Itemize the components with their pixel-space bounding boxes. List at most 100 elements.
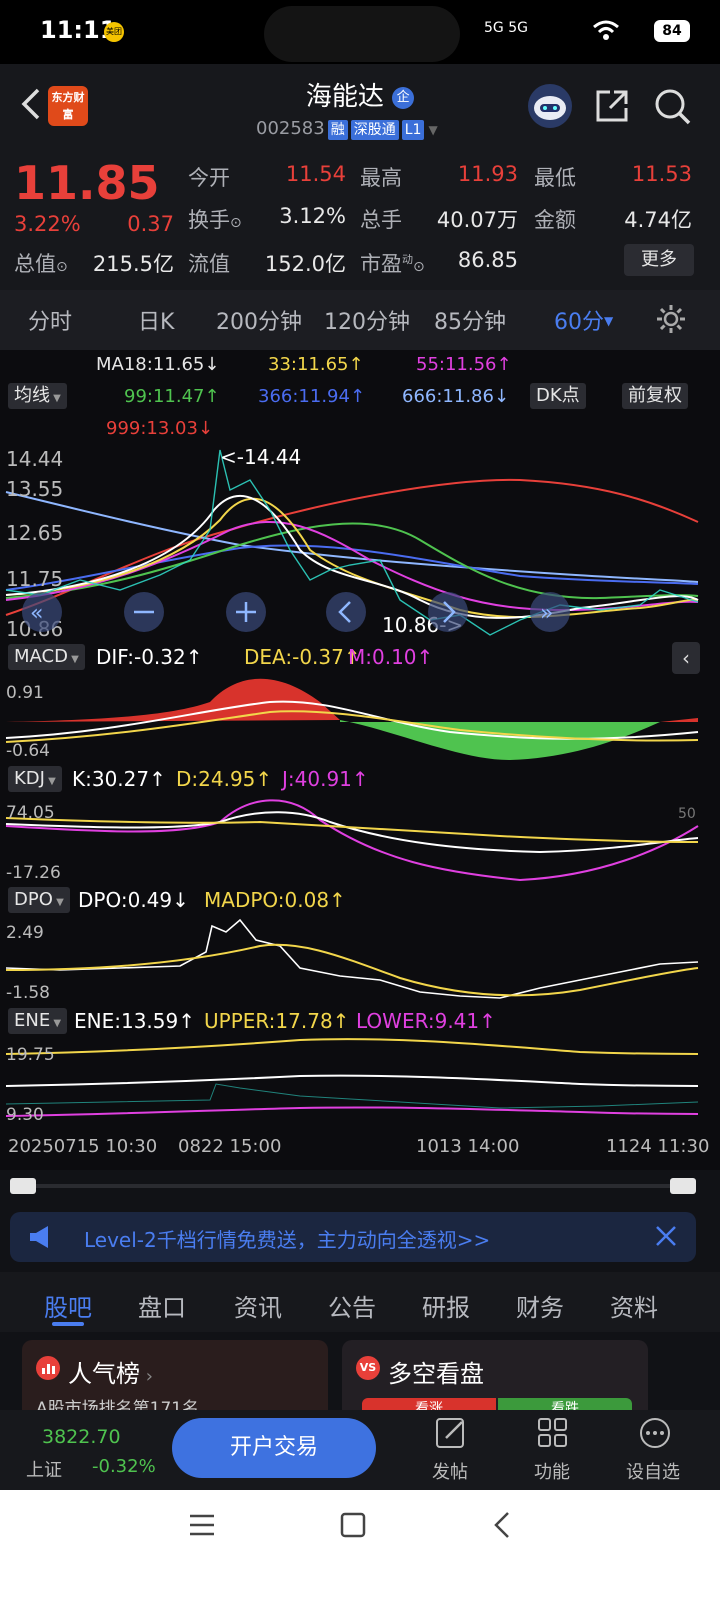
time-axis-label: 20250715 10:30 <box>8 1136 158 1157</box>
banner-text[interactable]: Level-2千档行情免费送，主力动向全透视>> <box>84 1224 490 1253</box>
robot-assistant-icon[interactable] <box>528 84 572 128</box>
info-icon[interactable]: ⊙ <box>230 215 242 231</box>
index-change[interactable]: -0.32% <box>92 1456 156 1477</box>
ma99-label: 99:11.47↑ <box>124 386 220 407</box>
popular-subtitle: A股市场排名第171名 <box>36 1399 200 1410</box>
longshort-title[interactable]: 多空看盘 <box>388 1354 484 1389</box>
ma33-label: 33:11.65↑ <box>268 354 364 375</box>
info-icon[interactable]: ⊙ <box>56 259 68 275</box>
macd-dea: DEA:-0.37↑ <box>244 645 361 669</box>
bullish-button[interactable]: 看涨 <box>362 1398 496 1410</box>
more-button[interactable]: 更多 <box>624 244 694 276</box>
pe-label: 市盈动⊙ <box>360 252 425 276</box>
tab-announcements[interactable]: 公告 <box>328 1288 376 1323</box>
ene-axis-bottom: 9.30 <box>6 1105 44 1125</box>
tab-120min[interactable]: 120分钟 <box>324 304 410 336</box>
ene-upper: UPPER:17.78↑ <box>204 1009 350 1033</box>
ma999-label: 999:13.03↓ <box>106 418 214 439</box>
dk-point-button[interactable]: DK点 <box>530 383 586 409</box>
ene-select[interactable]: ENE ▼ <box>8 1008 68 1034</box>
ranking-icon <box>36 1356 60 1380</box>
low-label: 最低 <box>534 166 576 190</box>
tab-intraday[interactable]: 分时 <box>28 304 72 336</box>
watchlist-label[interactable]: 设自选 <box>626 1458 680 1484</box>
range-slider-track[interactable] <box>10 1184 696 1188</box>
change-amount: 0.37 <box>127 212 174 236</box>
zoom-in-icon[interactable] <box>226 592 266 632</box>
scroll-left-fast-icon[interactable]: « <box>22 592 62 632</box>
tab-60min[interactable]: 60分▼ <box>554 304 613 336</box>
open-value: 11.54 <box>285 162 346 186</box>
kdj-right-mark: 50 <box>678 806 696 822</box>
kdj-select[interactable]: KDJ ▼ <box>8 766 62 792</box>
macd-select[interactable]: MACD ▼ <box>8 644 85 670</box>
ene-axis-top: 19.75 <box>6 1045 55 1065</box>
post-icon[interactable] <box>434 1416 468 1450</box>
mktcap-value: 215.5亿 <box>92 252 174 276</box>
collapse-panel-icon[interactable]: ‹ <box>672 642 700 674</box>
functions-icon[interactable] <box>536 1416 570 1450</box>
tab-news[interactable]: 资讯 <box>234 1288 282 1323</box>
caret-down-icon: ▼ <box>67 654 79 665</box>
tab-85min[interactable]: 85分钟 <box>434 304 506 336</box>
ma-select[interactable]: 均线 ▼ <box>8 383 67 409</box>
scroll-left-icon[interactable] <box>326 592 366 632</box>
kdj-k: K:30.27↑ <box>72 767 166 791</box>
status-bar: 11:11 美团 5G 5G 84 <box>0 0 720 64</box>
ma18-label: MA18:11.65↓ <box>96 354 220 375</box>
search-icon[interactable] <box>654 88 692 126</box>
macd-dif: DIF:-0.32↑ <box>96 645 203 669</box>
time-axis-label: 1013 14:00 <box>416 1136 520 1157</box>
ma666-label: 666:11.86↓ <box>402 386 510 407</box>
open-label: 今开 <box>188 166 230 190</box>
dpo-select[interactable]: DPO ▼ <box>8 887 70 913</box>
ene-lower: LOWER:9.41↑ <box>356 1009 496 1033</box>
chevron-down-icon[interactable]: ▼ <box>428 123 437 137</box>
index-value[interactable]: 3822.70 <box>42 1426 121 1448</box>
amount-label: 金额 <box>534 208 576 232</box>
close-icon[interactable] <box>652 1222 680 1250</box>
volume-label: 总手 <box>360 208 402 232</box>
trade-button[interactable]: 开户交易 <box>172 1418 376 1478</box>
float-label: 流值 <box>188 252 230 276</box>
price-axis-4: 11.75 <box>6 567 63 591</box>
tab-daily-k[interactable]: 日K <box>138 304 174 336</box>
time-axis-label: 1124 11:30 <box>606 1136 710 1157</box>
svg-text:«: « <box>30 601 43 626</box>
tab-guba[interactable]: 股吧 <box>44 1288 92 1323</box>
zoom-out-icon[interactable] <box>124 592 164 632</box>
megaphone-icon <box>26 1222 56 1252</box>
more-dots-icon[interactable] <box>638 1416 672 1450</box>
post-label[interactable]: 发帖 <box>432 1458 468 1484</box>
menu-icon[interactable] <box>188 1512 216 1538</box>
high-value: 11.93 <box>457 162 518 186</box>
max-price-mark: <-14.44 <box>220 445 301 469</box>
popular-title[interactable]: 人气榜 › <box>68 1354 153 1389</box>
scroll-right-fast-icon[interactable]: » <box>530 592 570 632</box>
home-icon[interactable] <box>340 1512 366 1538</box>
range-slider-left-handle[interactable] <box>10 1178 36 1194</box>
price-axis-3: 12.65 <box>6 521 63 545</box>
kdj-j: J:40.91↑ <box>282 767 369 791</box>
tab-200min[interactable]: 200分钟 <box>216 304 302 336</box>
caret-down-icon: ▼ <box>52 897 64 908</box>
functions-label[interactable]: 功能 <box>534 1458 570 1484</box>
tab-pankou[interactable]: 盘口 <box>138 1288 186 1323</box>
range-slider-right-handle[interactable] <box>670 1178 696 1194</box>
tab-finance[interactable]: 财务 <box>516 1288 564 1323</box>
tab-research[interactable]: 研报 <box>422 1288 470 1323</box>
kdj-axis-bottom: -17.26 <box>6 863 61 883</box>
float-value: 152.0亿 <box>264 252 346 276</box>
turnover-value: 3.12% <box>279 204 346 228</box>
back-nav-icon[interactable] <box>490 1510 516 1540</box>
adjust-button[interactable]: 前复权 <box>622 383 688 409</box>
svg-text:»: » <box>540 601 553 626</box>
scroll-right-icon[interactable] <box>428 592 468 632</box>
info-icon[interactable]: ⊙ <box>413 259 425 275</box>
tab-profile[interactable]: 资料 <box>610 1288 658 1323</box>
index-name[interactable]: 上证 <box>26 1456 62 1482</box>
share-icon[interactable] <box>594 88 630 124</box>
gear-icon[interactable] <box>654 302 688 336</box>
bearish-button[interactable]: 看跌 <box>498 1398 632 1410</box>
ma366-label: 366:11.94↑ <box>258 386 366 407</box>
